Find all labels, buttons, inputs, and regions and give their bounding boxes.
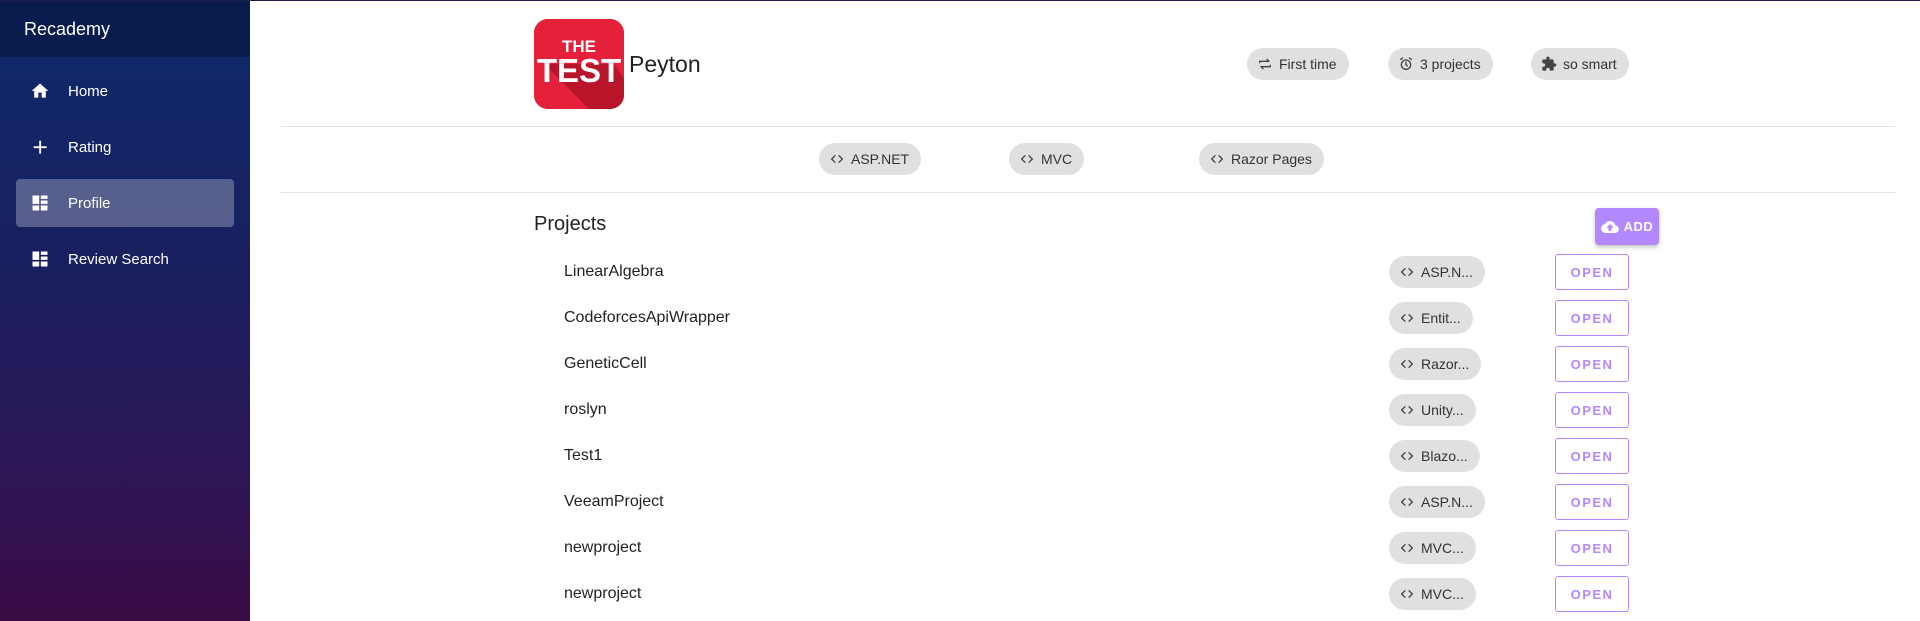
badge-label: First time (1279, 56, 1337, 72)
project-tag-label: ASP.N... (1421, 264, 1473, 280)
skill-label: Razor Pages (1231, 151, 1312, 167)
home-icon (30, 81, 50, 101)
skill-chip[interactable]: ASP.NET (819, 143, 922, 175)
plus-icon (30, 137, 50, 157)
repeat-icon (1259, 58, 1271, 70)
code-icon (1401, 452, 1413, 460)
add-button-label: ADD (1623, 219, 1654, 234)
skill-chip[interactable]: Razor Pages (1199, 143, 1324, 175)
project-tag-label: Razor... (1421, 356, 1470, 372)
project-name: Test1 (564, 447, 603, 464)
badge-so-smart[interactable]: so smart (1531, 48, 1629, 80)
sidebar-item-label: Rating (68, 138, 112, 156)
projects-title: Projects (534, 213, 607, 235)
puzzle-icon (1542, 56, 1557, 71)
project-tag-label: Unity... (1421, 402, 1464, 418)
open-project-button[interactable]: OPEN (1555, 576, 1629, 612)
project-tag[interactable]: MVC... (1389, 532, 1476, 564)
code-icon (831, 155, 843, 163)
code-icon (1021, 155, 1033, 163)
open-project-button[interactable]: OPEN (1555, 530, 1629, 566)
badge-first-time[interactable]: First time (1247, 48, 1349, 80)
open-project-button[interactable]: OPEN (1555, 346, 1629, 382)
project-tag-label: Entit... (1421, 310, 1461, 326)
project-name: CodeforcesApiWrapper (564, 309, 731, 326)
profile-name: Peyton (629, 51, 701, 77)
sidebar-item-profile[interactable]: Profile (16, 179, 234, 227)
skill-label: MVC (1041, 151, 1073, 167)
logo-text-main: TEST (537, 52, 621, 89)
cloud-upload-icon (1600, 220, 1619, 233)
code-icon (1401, 498, 1413, 506)
project-tag[interactable]: ASP.N... (1389, 256, 1485, 288)
app-brand[interactable]: Recademy (0, 1, 250, 57)
profile-logo: THE TEST (534, 19, 624, 109)
sidebar-item-rating[interactable]: Rating (16, 123, 234, 171)
sidebar-item-review-search[interactable]: Review Search (16, 235, 234, 283)
project-row: Test1 Blazo... OPEN (250, 433, 1920, 479)
sidebar-item-home[interactable]: Home (16, 67, 234, 115)
project-tag-label: MVC... (1421, 540, 1464, 556)
project-row: roslyn Unity... OPEN (250, 387, 1920, 433)
open-project-button[interactable]: OPEN (1555, 484, 1629, 520)
project-name: newproject (564, 585, 642, 602)
code-icon (1401, 314, 1413, 322)
project-row: GeneticCell Razor... OPEN (250, 341, 1920, 387)
project-name: LinearAlgebra (564, 263, 664, 280)
project-tag[interactable]: Razor... (1389, 348, 1482, 380)
sidebar-item-label: Profile (68, 194, 111, 212)
open-project-button[interactable]: OPEN (1555, 438, 1629, 474)
code-icon (1401, 590, 1413, 598)
project-row: LinearAlgebra ASP.N... OPEN (250, 249, 1920, 295)
code-icon (1401, 360, 1413, 368)
main-content: THE TEST Peyton First time 3 projects so… (250, 1, 1920, 621)
project-name: VeeamProject (564, 493, 664, 510)
badge-projects[interactable]: 3 projects (1388, 48, 1493, 80)
project-row: newproject MVC... OPEN (250, 525, 1920, 571)
project-tag-label: Blazo... (1421, 448, 1468, 464)
project-tag[interactable]: MVC... (1389, 578, 1476, 610)
code-icon (1401, 544, 1413, 552)
project-tag[interactable]: Entit... (1389, 302, 1473, 334)
add-project-button[interactable]: ADD (1595, 208, 1659, 245)
badge-label: 3 projects (1420, 56, 1481, 72)
project-tag[interactable]: ASP.N... (1389, 486, 1485, 518)
badge-label: so smart (1563, 56, 1617, 72)
sidebar-item-label: Home (68, 82, 109, 100)
divider (281, 192, 1895, 193)
code-icon (1211, 155, 1223, 163)
skill-label: ASP.NET (851, 151, 910, 167)
project-tag[interactable]: Unity... (1389, 394, 1476, 426)
code-icon (1401, 268, 1413, 276)
project-name: newproject (564, 539, 642, 556)
project-tag[interactable]: Blazo... (1389, 440, 1480, 472)
code-icon (1401, 406, 1413, 414)
project-row: VeeamProject ASP.N... OPEN (250, 479, 1920, 525)
project-row: CodeforcesApiWrapper Entit... OPEN (250, 295, 1920, 341)
skill-chip[interactable]: MVC (1009, 143, 1085, 175)
divider (281, 126, 1895, 127)
open-project-button[interactable]: OPEN (1555, 300, 1629, 336)
project-name: GeneticCell (564, 355, 647, 372)
project-tag-label: ASP.N... (1421, 494, 1473, 510)
sidebar-nav: Home Rating Profile Review Search (0, 57, 250, 283)
sidebar: Recademy Home Rating Profile Review Sear… (0, 1, 250, 621)
profile-header: THE TEST Peyton First time 3 projects so… (250, 1, 1920, 126)
project-row: newproject MVC... OPEN (250, 571, 1920, 617)
dashboard-icon (30, 249, 50, 269)
project-name: roslyn (564, 401, 607, 418)
project-tag-label: MVC... (1421, 586, 1464, 602)
open-project-button[interactable]: OPEN (1555, 392, 1629, 428)
alarm-icon (1400, 57, 1412, 70)
dashboard-icon (30, 193, 50, 213)
sidebar-item-label: Review Search (68, 250, 169, 268)
open-project-button[interactable]: OPEN (1555, 254, 1629, 290)
